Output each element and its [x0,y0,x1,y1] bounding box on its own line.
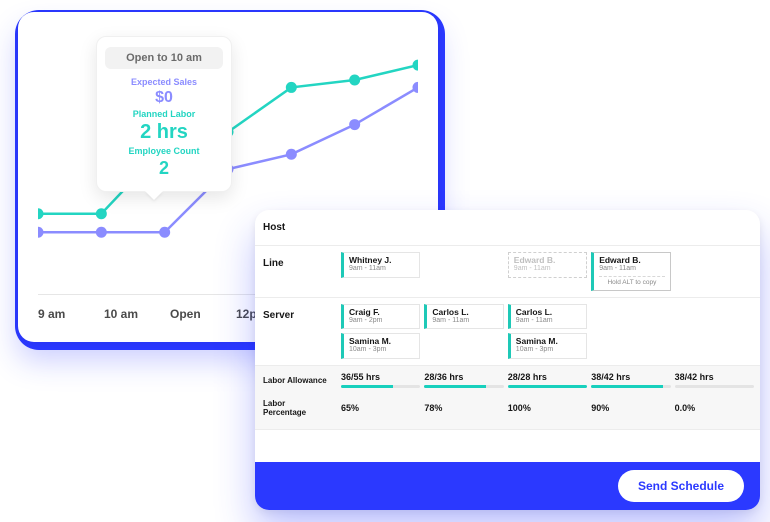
send-schedule-button[interactable]: Send Schedule [618,470,744,502]
allowance-bar [424,385,503,388]
role-label: Server [255,298,335,365]
schedule-cell[interactable]: Edward B.9am - 11am [508,252,587,291]
shift-card[interactable]: Samina M.10am - 3pm [341,333,420,359]
shift-hint: Hold ALT to copy [599,276,664,286]
shift-name: Craig F. [349,308,414,317]
tooltip-header: Open to 10 am [105,47,223,69]
shift-time: 9am - 11am [514,265,581,273]
labor-percentage-label: Labor Percentage [255,395,335,421]
shift-card[interactable]: Samina M.10am - 3pm [508,333,587,359]
role-grid: Whitney J.9am - 11amEdward B.9am - 11amE… [335,246,760,297]
schedule-cell[interactable]: Whitney J.9am - 11am [341,252,420,291]
schedule-cell[interactable] [675,304,754,359]
role-grid [335,210,760,245]
percentage-value: 78% [424,403,503,413]
shift-name: Whitney J. [349,256,414,265]
percentage-value: 65% [341,403,420,413]
schedule-cell[interactable]: Edward B.9am - 11am Hold ALT to copy [591,252,670,291]
tooltip-sales-label: Expected Sales [105,77,223,87]
shift-time: 9am - 11am [516,317,581,325]
x-tick: 9 am [38,307,104,321]
shift-card[interactable]: Craig F.9am - 2pm [341,304,420,330]
allowance-bar [341,385,420,388]
role-label: Host [255,210,335,245]
schedule-cell[interactable] [341,216,420,239]
tooltip-sales-value: $0 [105,89,223,107]
shift-name: Edward B. [514,256,581,265]
schedule-cell[interactable] [424,252,503,291]
schedule-footer: Send Schedule [255,462,760,510]
percentage-value: 90% [591,403,670,413]
shift-time: 9am - 11am [432,317,497,325]
schedule-row: Host [255,210,760,246]
allowance-value: 36/55 hrs [341,372,420,382]
schedule-cell[interactable] [675,216,754,239]
allowance-value: 38/42 hrs [591,372,670,382]
shift-name: Carlos L. [432,308,497,317]
schedule-row: ServerCraig F.9am - 2pmSamina M.10am - 3… [255,298,760,366]
allowance-value: 38/42 hrs [675,372,754,382]
percentage-value: 100% [508,403,587,413]
chart-tooltip: Open to 10 am Expected Sales $0 Planned … [96,36,232,192]
shift-card[interactable]: Carlos L.9am - 11am [508,304,587,330]
schedule-cell[interactable] [591,304,670,359]
shift-card[interactable]: Carlos L.9am - 11am [424,304,503,330]
shift-name: Samina M. [349,337,414,346]
shift-name: Carlos L. [516,308,581,317]
shift-card[interactable]: Edward B.9am - 11am [508,252,587,278]
shift-card[interactable]: Whitney J.9am - 11am [341,252,420,278]
allowance-value: 28/28 hrs [508,372,587,382]
shift-time: 10am - 3pm [349,346,414,354]
schedule-cell[interactable] [675,252,754,291]
schedule-cell[interactable] [591,216,670,239]
metrics-block: Labor Allowance 36/55 hrs 28/36 hrs 28/28 h… [255,366,760,430]
schedule-card: HostLineWhitney J.9am - 11amEdward B.9am… [255,210,760,510]
schedule-row: LineWhitney J.9am - 11amEdward B.9am - 1… [255,246,760,298]
percentage-value: 0.0% [675,403,754,413]
schedule-cell[interactable]: Carlos L.9am - 11am [424,304,503,359]
allowance-bar [675,385,754,388]
shift-time: 10am - 3pm [516,346,581,354]
shift-time: 9am - 11am [349,265,414,273]
tooltip-labor-label: Planned Labor [105,109,223,119]
shift-time: 9am - 11am [599,265,664,273]
shift-name: Samina M. [516,337,581,346]
schedule-cell[interactable] [424,216,503,239]
tooltip-labor-value: 2 hrs [105,121,223,144]
allowance-value: 28/36 hrs [424,372,503,382]
shift-card[interactable]: Edward B.9am - 11am Hold ALT to copy [591,252,670,291]
schedule-cell[interactable]: Carlos L.9am - 11am Samina M.10am - 3pm [508,304,587,359]
role-label: Line [255,246,335,297]
shift-time: 9am - 2pm [349,317,414,325]
schedule-cell[interactable] [508,216,587,239]
shift-name: Edward B. [599,256,664,265]
allowance-bar [508,385,587,388]
schedule-cell[interactable]: Craig F.9am - 2pm Samina M.10am - 3pm [341,304,420,359]
tooltip-count-value: 2 [105,158,223,179]
tooltip-count-label: Employee Count [105,146,223,156]
x-tick: 10 am [104,307,170,321]
labor-allowance-label: Labor Allowance [255,372,335,389]
role-grid: Craig F.9am - 2pmSamina M.10am - 3pmCarl… [335,298,760,365]
schedule-body: HostLineWhitney J.9am - 11amEdward B.9am… [255,210,760,462]
x-tick: Open [170,307,236,321]
allowance-bar [591,385,670,388]
